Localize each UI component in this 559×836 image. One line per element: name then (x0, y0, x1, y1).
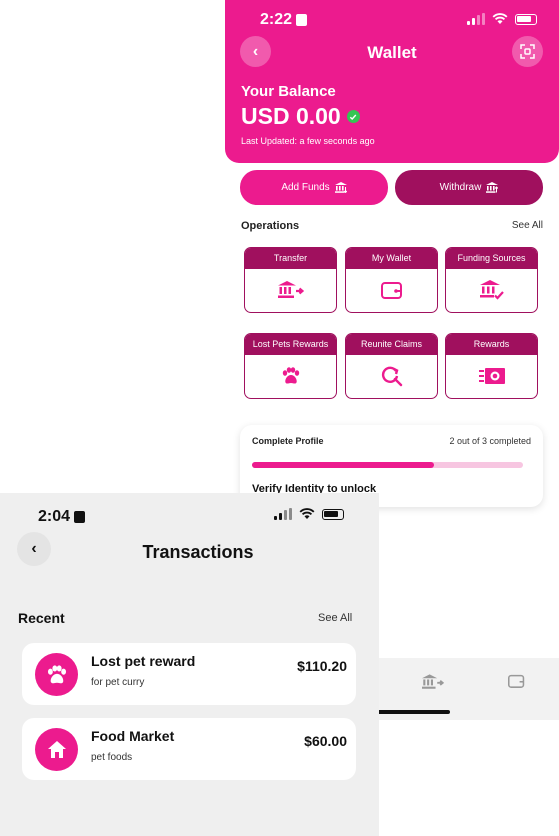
operation-label: Lost Pets Rewards (245, 334, 336, 355)
status-time: 2:04 (38, 508, 71, 525)
transaction-amount: $110.20 (297, 658, 347, 674)
withdraw-label: Withdraw (439, 182, 482, 193)
search-refresh-icon (381, 366, 402, 387)
add-funds-label: Add Funds (281, 182, 330, 193)
transaction-amount: $60.00 (304, 733, 347, 749)
transaction-item[interactable]: Lost pet reward for pet curry $110.20 (22, 643, 356, 705)
operation-reunite-claims[interactable]: Reunite Claims (345, 333, 438, 399)
operation-my-wallet[interactable]: My Wallet (345, 247, 438, 313)
page-title: Wallet (367, 43, 417, 62)
paw-icon (47, 664, 66, 683)
operations-see-all-link[interactable]: See All (512, 220, 543, 231)
page-title: Transactions (142, 542, 254, 562)
operation-label: Rewards (446, 334, 537, 355)
transaction-avatar (35, 653, 78, 696)
status-bar-time: 2:22 (260, 11, 308, 29)
operation-rewards[interactable]: Rewards (445, 333, 538, 399)
verified-check-icon (346, 110, 360, 123)
recent-heading: Recent (18, 610, 65, 626)
paw-icon (282, 367, 299, 384)
profile-progress-text: 2 out of 3 completed (449, 436, 531, 446)
id-card-icon (296, 14, 308, 26)
profile-title: Complete Profile (252, 436, 324, 446)
scan-button[interactable] (512, 36, 543, 67)
wallet-header: 2:22 ‹ Wallet Your Balance USD 0.00 Last… (225, 0, 559, 163)
system-icons (467, 13, 537, 25)
operation-transfer[interactable]: Transfer (244, 247, 337, 313)
wifi-icon (492, 13, 508, 24)
last-updated: Last Updated: a few seconds ago (241, 136, 375, 146)
signal-icon (274, 508, 292, 520)
balance-value: USD 0.00 (241, 103, 341, 129)
profile-progress-fill (252, 462, 434, 468)
status-time: 2:22 (260, 11, 293, 28)
balance-label: Your Balance (241, 83, 336, 100)
transactions-screen: 2:04 ‹ Transactions Recent See All Lost … (0, 493, 379, 836)
transaction-item[interactable]: Food Market pet foods $60.00 (22, 718, 356, 780)
system-icons (274, 508, 344, 520)
wifi-icon (299, 508, 315, 519)
status-bar-time: 2:04 (38, 508, 86, 526)
transaction-name: Lost pet reward (91, 653, 196, 669)
transaction-name: Food Market (91, 728, 175, 744)
operation-label: Reunite Claims (346, 334, 437, 355)
cash-icon (478, 368, 505, 384)
transaction-note: for pet curry (91, 677, 145, 688)
withdraw-button[interactable]: Withdraw (395, 170, 543, 205)
operation-label: Funding Sources (446, 248, 537, 269)
operation-label: My Wallet (346, 248, 437, 269)
operation-label: Transfer (245, 248, 336, 269)
battery-icon (515, 13, 537, 25)
battery-icon (322, 508, 344, 520)
operation-lost-pets-rewards[interactable]: Lost Pets Rewards (244, 333, 337, 399)
home-icon (47, 741, 66, 758)
wallet-tab-icon[interactable] (508, 674, 525, 688)
bank-transfer-icon (277, 281, 304, 298)
scan-icon (520, 44, 535, 59)
add-funds-button[interactable]: Add Funds (240, 170, 388, 205)
profile-progress-bar (252, 462, 523, 468)
wallet-icon (380, 282, 402, 299)
transaction-avatar (35, 728, 78, 771)
id-card-icon (74, 511, 86, 523)
bank-icon (334, 182, 347, 193)
bank-check-icon (479, 280, 504, 300)
recent-see-all-link[interactable]: See All (318, 612, 352, 624)
balance-amount: USD 0.00 (241, 103, 360, 130)
operations-heading: Operations (241, 220, 300, 232)
signal-icon (467, 13, 485, 25)
transaction-note: pet foods (91, 752, 133, 763)
bank-transfer-tab-icon[interactable] (422, 674, 444, 690)
operation-funding-sources[interactable]: Funding Sources (445, 247, 538, 313)
bank-icon (486, 182, 499, 193)
